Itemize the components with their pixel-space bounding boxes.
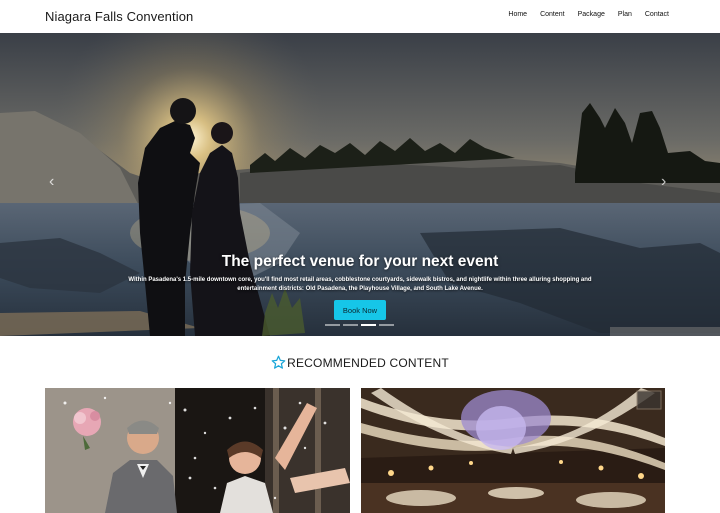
- nav-link-contact[interactable]: Contact: [645, 11, 669, 18]
- main-nav: Home Content Package Plan Contact: [508, 11, 669, 18]
- brand-logo-text[interactable]: Niagara Falls Convention: [45, 9, 193, 24]
- nav-link-home[interactable]: Home: [508, 11, 527, 18]
- content-card-wedding[interactable]: [45, 388, 350, 513]
- wedding-photo: [45, 388, 350, 513]
- star-outline-icon: [271, 355, 286, 369]
- carousel-indicator-1[interactable]: [325, 324, 340, 326]
- carousel-indicator-2[interactable]: [343, 324, 358, 326]
- nav-link-plan[interactable]: Plan: [618, 11, 632, 18]
- hero-title: The perfect venue for your next event: [221, 253, 499, 270]
- hero-carousel: ‹ › The perfect venue for your next even…: [0, 33, 720, 336]
- carousel-indicators: [325, 324, 397, 326]
- nav-link-package[interactable]: Package: [578, 11, 605, 18]
- nav-link-content[interactable]: Content: [540, 11, 565, 18]
- recommended-title: RECOMMENDED CONTENT: [287, 355, 449, 370]
- chevron-left-icon[interactable]: ‹: [49, 173, 54, 191]
- navbar: Niagara Falls Convention Home Content Pa…: [0, 0, 720, 33]
- banquet-hall-photo: [361, 388, 665, 513]
- book-now-button[interactable]: Book Now: [334, 300, 386, 320]
- image-watermark: [610, 327, 720, 336]
- hero-description: Within Pasadena's 1.5-mile downtown core…: [128, 277, 592, 292]
- content-card-banquet-hall[interactable]: [361, 388, 665, 513]
- recommended-heading: RECOMMENDED CONTENT: [0, 355, 720, 370]
- chevron-right-icon[interactable]: ›: [661, 173, 666, 191]
- carousel-indicator-3[interactable]: [361, 324, 376, 326]
- carousel-indicator-4[interactable]: [379, 324, 394, 326]
